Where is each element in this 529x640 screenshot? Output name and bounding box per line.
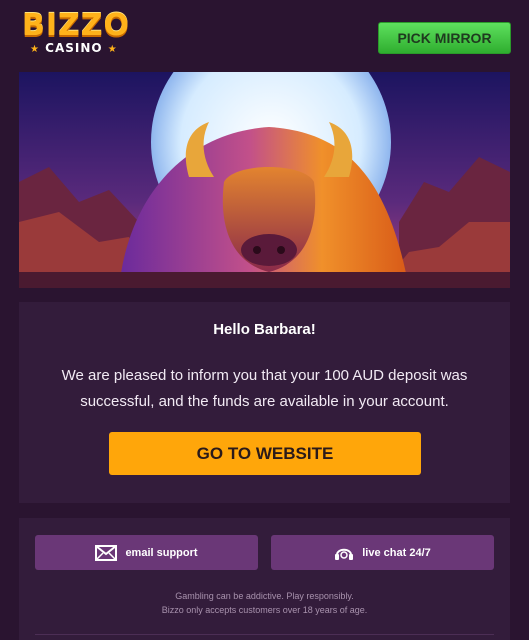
- footer-divider: [35, 634, 494, 635]
- buffalo-illustration: [19, 72, 510, 288]
- deposit-message: We are pleased to inform you that your 1…: [61, 367, 468, 410]
- email-support-label: email support: [125, 546, 198, 559]
- pick-mirror-button[interactable]: PICK MIRROR: [378, 22, 511, 54]
- go-to-website-button[interactable]: GO TO WEBSITE: [109, 432, 421, 475]
- bizzo-casino-logo[interactable]: BIZZO ★ CASINO ★: [22, 10, 129, 58]
- disclaimer-line-1: Gambling can be addictive. Play responsi…: [175, 591, 354, 601]
- hero-banner: [19, 72, 510, 288]
- responsible-gambling-disclaimer: Gambling can be addictive. Play responsi…: [19, 589, 510, 617]
- header: BIZZO ★ CASINO ★ PICK MIRROR: [0, 0, 529, 72]
- envelope-icon: [95, 544, 118, 561]
- email-support-button[interactable]: email support: [35, 535, 258, 570]
- logo-subtitle: ★ CASINO ★: [30, 41, 118, 55]
- star-icon: ★: [30, 44, 40, 55]
- logo-subtitle-text: CASINO: [45, 41, 103, 55]
- live-chat-button[interactable]: live chat 24/7: [271, 535, 494, 570]
- logo-wordmark: BIZZO: [22, 8, 131, 43]
- disclaimer-line-2: Bizzo only accepts customers over 18 yea…: [161, 605, 368, 615]
- message-card: Hello Barbara! We are pleased to inform …: [19, 302, 510, 503]
- headset-icon: [334, 544, 354, 562]
- star-icon: ★: [107, 44, 118, 55]
- greeting-heading: Hello Barbara!: [213, 321, 316, 338]
- live-chat-label: live chat 24/7: [362, 546, 431, 559]
- support-footer: email support live chat 24/7 Gambling ca…: [19, 518, 510, 640]
